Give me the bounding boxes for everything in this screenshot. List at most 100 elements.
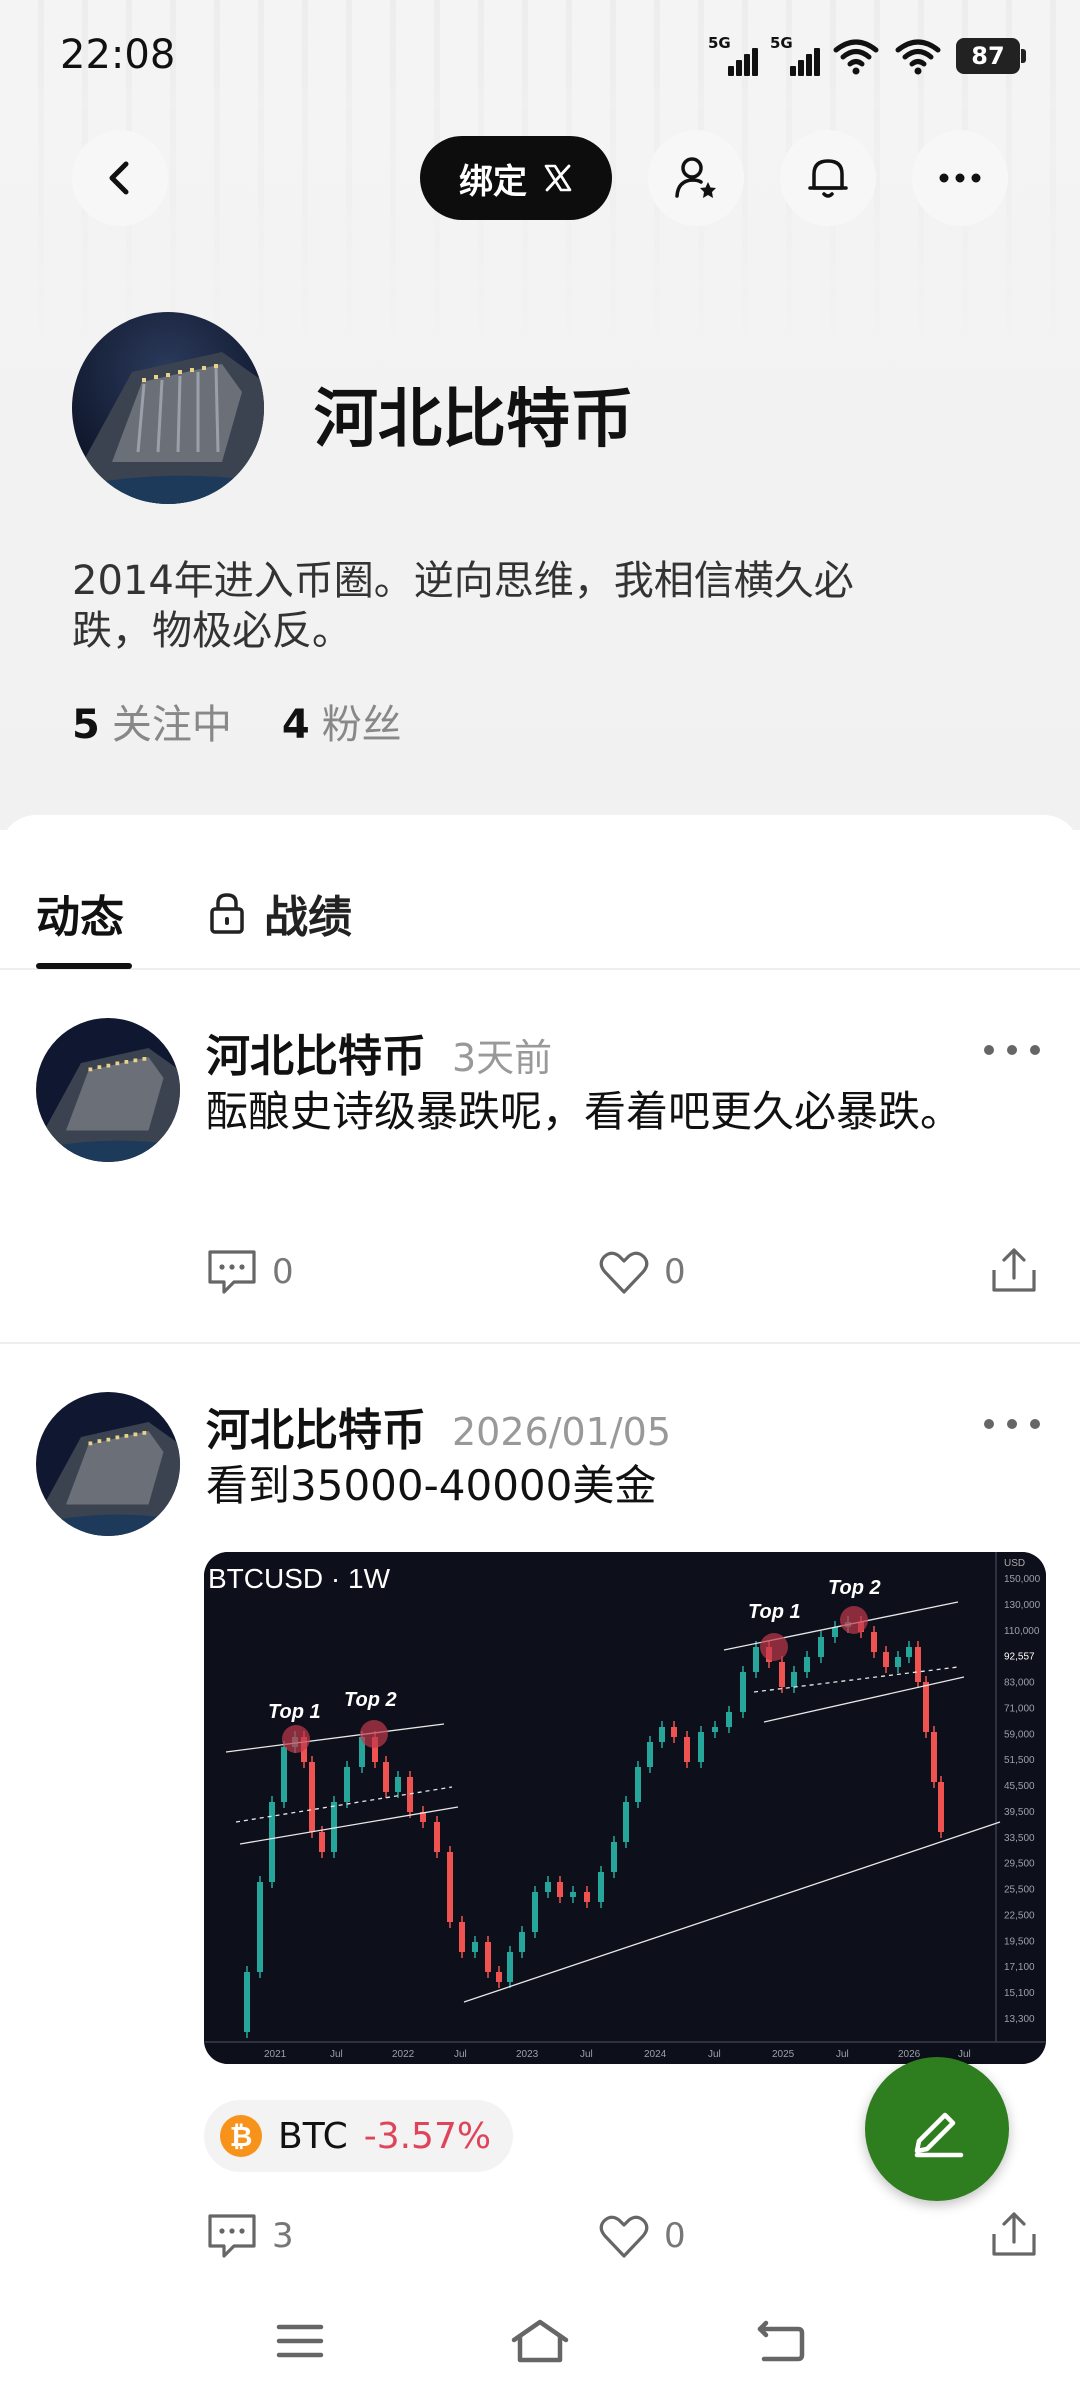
- tab-posts[interactable]: 动态: [36, 881, 124, 945]
- return-arrow-icon: [757, 2320, 805, 2362]
- x-tick-label: 2021: [264, 2049, 287, 2060]
- home-icon: [511, 2319, 569, 2363]
- follow-user-button[interactable]: [648, 130, 744, 226]
- top-1-label: Top 1: [268, 1701, 321, 1723]
- comment-count: 3: [272, 2216, 294, 2256]
- like-button[interactable]: 0: [598, 2212, 686, 2260]
- post-author-avatar[interactable]: [36, 1018, 180, 1162]
- post-text[interactable]: 看到35000-40000美金: [206, 1454, 1026, 1518]
- y-tick-label: 92,557: [1004, 1652, 1035, 1663]
- profile-stats: 5 关注中 4 粉丝: [72, 692, 402, 750]
- top-marker: [840, 1606, 868, 1634]
- avatar-image: [72, 312, 264, 504]
- comment-button[interactable]: 3: [206, 2212, 294, 2260]
- bind-x-button[interactable]: 绑定: [420, 136, 612, 220]
- x-tick-label: Jul: [330, 2049, 343, 2060]
- heart-icon: [599, 1251, 649, 1294]
- wifi-icon: [833, 39, 879, 75]
- post-author-name[interactable]: 河北比特币: [206, 1405, 426, 1456]
- share-icon: [992, 2212, 1036, 2256]
- y-tick-label: 51,500: [1004, 1755, 1035, 1766]
- y-tick-label: 15,100: [1004, 1988, 1035, 1999]
- comment-count: 0: [272, 1252, 294, 1292]
- y-tick-label: 39,500: [1004, 1807, 1035, 1818]
- y-tick-label: 71,000: [1004, 1703, 1035, 1714]
- profile-bio: 2014年进入币圈。逆向思维，我相信横久必跌，物极必反。: [72, 558, 854, 654]
- status-time: 22:08: [60, 32, 176, 78]
- followers-label: 粉丝: [321, 702, 402, 748]
- cellular-signal-icon: 5G: [770, 34, 820, 76]
- tab-performance-label: 战绩: [264, 892, 352, 943]
- status-bar: 22:08 5G 5G 87: [0, 0, 1080, 110]
- post-author-name[interactable]: 河北比特币: [206, 1031, 426, 1082]
- coin-tag[interactable]: ₿ BTC -3.57%: [204, 2100, 514, 2172]
- comment-icon: [208, 2214, 256, 2258]
- post-chart-image[interactable]: 150,000 130,000 110,000 92,557 83,000 71,000 5…: [204, 1552, 1046, 2064]
- share-button[interactable]: [988, 1244, 1040, 1296]
- top-2-label: Top 2: [828, 1577, 881, 1599]
- post-divider: [0, 1342, 1080, 1344]
- battery-indicator: 87: [956, 38, 1026, 74]
- user-star-icon: [675, 157, 716, 198]
- chart-title: BTCUSD · 1W: [208, 1563, 391, 1594]
- y-tick-label: 25,500: [1004, 1885, 1035, 1896]
- menu-lines-icon: [276, 2324, 324, 2358]
- followers-stat[interactable]: 4 粉丝: [282, 692, 402, 750]
- like-count: 0: [664, 2216, 686, 2256]
- coin-symbol: BTC: [278, 2115, 348, 2157]
- avatar-image: [36, 1392, 180, 1536]
- followers-count: 4: [281, 702, 310, 748]
- x-tick-label: 2026: [898, 2049, 921, 2060]
- network-type-label: 5G: [708, 34, 731, 52]
- compose-post-button[interactable]: [865, 2057, 1009, 2201]
- bind-label: 绑定: [459, 161, 527, 202]
- x-tick-label: Jul: [454, 2049, 467, 2060]
- y-tick-label: 150,000: [1004, 1574, 1041, 1585]
- recent-apps-button[interactable]: [265, 2306, 335, 2376]
- post-author-line: 河北比特币 3天前: [206, 1020, 552, 1084]
- chevron-left-icon: [109, 161, 129, 195]
- back-button[interactable]: [72, 130, 168, 226]
- pencil-icon: [914, 2112, 964, 2158]
- post-more-button[interactable]: [984, 1040, 1040, 1060]
- top-1-label: Top 1: [748, 1601, 801, 1623]
- notification-button[interactable]: [780, 130, 876, 226]
- chart-currency: USD: [1004, 1558, 1025, 1569]
- y-tick-label: 83,000: [1004, 1678, 1035, 1689]
- x-tick-label: 2022: [392, 2049, 415, 2060]
- tab-performance[interactable]: 战绩: [208, 881, 352, 945]
- top-marker: [760, 1633, 788, 1661]
- following-stat[interactable]: 5 关注中: [72, 692, 232, 750]
- profile-header: 22:08 5G 5G 87 绑定 河北比特币 2014年进入币圈。逆向思维，我…: [0, 0, 1080, 830]
- post-text[interactable]: 酝酿史诗级暴跌呢，看着吧更久必暴跌。: [206, 1080, 1026, 1144]
- share-button[interactable]: [988, 2208, 1040, 2260]
- wifi-icon: [895, 39, 941, 75]
- coin-change: -3.57%: [363, 2115, 492, 2157]
- share-icon: [992, 1248, 1036, 1292]
- like-count: 0: [664, 1252, 686, 1292]
- y-tick-label: 29,500: [1004, 1859, 1035, 1870]
- back-nav-button[interactable]: [745, 2306, 815, 2376]
- active-tab-indicator: [36, 963, 132, 969]
- y-tick-label: 19,500: [1004, 1936, 1035, 1947]
- x-tick-label: Jul: [958, 2049, 971, 2060]
- x-tick-label: Jul: [580, 2049, 593, 2060]
- x-tick-label: 2025: [772, 2049, 795, 2060]
- status-icons: 5G 5G 87: [708, 34, 1026, 76]
- more-options-button[interactable]: [912, 130, 1008, 226]
- profile-avatar[interactable]: [72, 312, 264, 504]
- post-more-button[interactable]: [984, 1414, 1040, 1434]
- home-button[interactable]: [505, 2306, 575, 2376]
- like-button[interactable]: 0: [598, 1248, 686, 1296]
- y-tick-label: 33,500: [1004, 1833, 1035, 1844]
- top-2-label: Top 2: [344, 1689, 397, 1711]
- y-tick-label: 13,300: [1004, 2014, 1035, 2025]
- post-author-avatar[interactable]: [36, 1392, 180, 1536]
- y-tick-label: 45,500: [1004, 1781, 1035, 1792]
- comment-button[interactable]: 0: [206, 1248, 294, 1296]
- heart-icon: [599, 2215, 649, 2258]
- network-type-label: 5G: [770, 34, 793, 52]
- avatar-image: [36, 1018, 180, 1162]
- more-horizontal-icon: [939, 173, 981, 183]
- x-tick-label: Jul: [708, 2049, 721, 2060]
